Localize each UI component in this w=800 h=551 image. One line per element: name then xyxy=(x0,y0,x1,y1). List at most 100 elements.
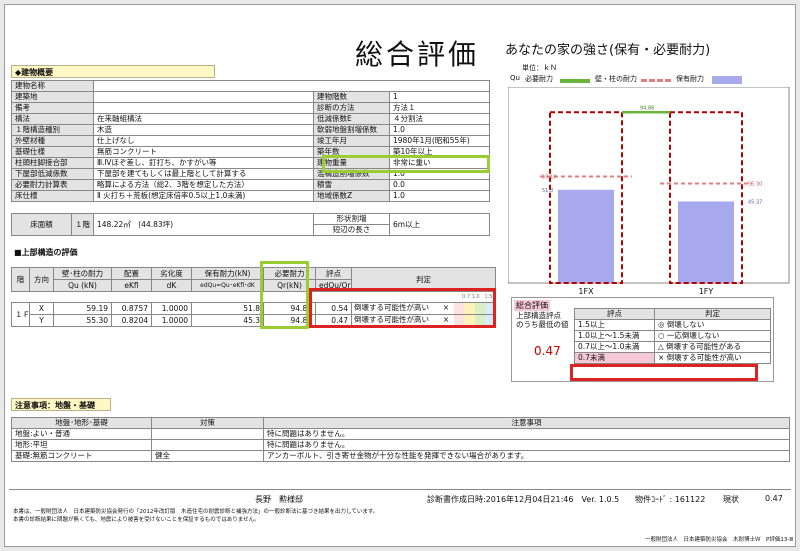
building-value: 1.0 xyxy=(388,190,491,202)
legend-wall-swatch xyxy=(641,79,671,82)
footer-divider xyxy=(9,489,791,490)
summary-score: 0.7未満 xyxy=(574,352,655,364)
summary-score: 0.7以上～1.0未満 xyxy=(574,341,655,353)
building-value xyxy=(93,91,314,103)
building-row: 構法 在来軸組構法 低減係数E ４分割法 xyxy=(11,113,491,125)
summary-score: 1.5以上 xyxy=(574,319,655,331)
summary-judge: ○ 一応倒壊しない xyxy=(654,330,771,342)
building-value: 1.0 xyxy=(388,124,491,136)
chart-category-label: 1FY xyxy=(699,287,714,296)
building-value: 下屋部を建てもしくは最上階として計算する xyxy=(93,168,314,180)
score-color-bar xyxy=(454,315,495,326)
notes-col-ground: 地盤･地形･基礎 xyxy=(11,417,152,429)
upper-score: 0.47 xyxy=(315,314,352,327)
summary-col-judge: 判定 xyxy=(654,308,771,320)
label-required-value: 94.86 xyxy=(640,105,654,111)
building-value xyxy=(92,80,491,92)
held-strength-bar xyxy=(678,201,734,283)
notes-caution: 特に問題はありません。 xyxy=(263,439,790,451)
upper-dk: 1.0000 xyxy=(151,314,192,327)
summary-judge: ◎ 倒壊しない xyxy=(654,319,771,331)
col-placement: 配置 xyxy=(111,267,152,280)
building-section-header: ◆建物概要 xyxy=(11,65,215,78)
building-label: 外壁材種 xyxy=(11,135,94,147)
upper-qu: 55.30 xyxy=(53,314,112,327)
building-label: 建物階数 xyxy=(313,91,390,103)
building-value: 1.0 xyxy=(388,168,491,180)
label-x-held: 51.8 xyxy=(542,188,553,194)
building-value: 非常に重い xyxy=(388,157,491,169)
building-value: 1980年1月(昭和55年) xyxy=(388,135,491,147)
building-label: 基礎仕様 xyxy=(11,146,94,158)
building-value: Ⅱ 火打ち＋荒板(想定床倍率0.5以上1.0未満) xyxy=(93,190,314,202)
summary-label-2: のうち最低の値 xyxy=(516,320,569,329)
upper-row: １Ｆ X 59.19 0.8757 1.0000 51.8 94.86 0.54 倒壊する可能性… xyxy=(11,302,496,327)
score-color-segment xyxy=(484,303,495,314)
summary-judge: △ 倒壊する可能性がある xyxy=(654,341,771,353)
chart-category-label: 1FX xyxy=(578,287,594,296)
upper-qr: 94.86 xyxy=(263,302,316,315)
col-score: 評点 xyxy=(315,267,352,280)
score-color-bar xyxy=(454,303,495,314)
building-label: 下屋部低減係数 xyxy=(11,168,94,180)
col-held-strength-formula: edQu=Qu･eKfl･dK xyxy=(191,279,264,292)
building-label: 必要耐力計算表 xyxy=(11,179,94,191)
upper-judge-text: 倒壊する可能性が高い xyxy=(354,315,429,325)
footer-current-value: 0.47 xyxy=(765,494,783,503)
footer-disclaimer-2: 本書の診断結果に問題が無くても、地震により被害を受けないことを保証するものではあ… xyxy=(13,517,260,523)
notes-row: 地形:平坦 特に問題はありません。 xyxy=(11,439,790,451)
upper-direction: Y xyxy=(29,314,54,327)
strength-chart: 94.86 59.19 51.8 55.30 45.37 1FX 1FY xyxy=(508,87,790,296)
col-judge: 判定 xyxy=(351,267,496,292)
building-label: 建物重量 xyxy=(313,157,390,169)
floor-area-value: 148.22㎡ (44.83坪) xyxy=(93,213,314,236)
building-row: 基礎仕様 無筋コンクリート 築年数 築10年以上 xyxy=(11,146,491,158)
legend-qu: Qu xyxy=(510,74,520,82)
building-label: 竣工年月 xyxy=(313,135,390,147)
building-value: 1 xyxy=(388,91,491,103)
building-value: 無筋コンクリート xyxy=(93,146,314,158)
notes-caution: アンカーボルト、引き寄せ金物が十分な性能を発揮できない場合があります。 xyxy=(263,450,790,462)
legend-held-swatch xyxy=(712,76,742,84)
building-value xyxy=(93,102,314,114)
score-color-segment xyxy=(474,303,485,314)
building-overview-table: 建物名称 建築地 建物階数 1 備考 診断の方法 方法１ 構法 在来軸組構法 低減係数E ４分割法 １… xyxy=(11,80,491,202)
summary-value: 0.47 xyxy=(534,344,561,358)
shape-label-2: 短辺の長さ xyxy=(313,224,390,236)
notes-table: 地盤･地形･基礎 対策 注意事項 地盤:よい・普通 特に問題はありません。 地形:平… xyxy=(11,417,790,462)
upper-judge: 倒壊する可能性が高い × xyxy=(351,314,496,327)
legend-required-swatch xyxy=(560,79,590,83)
footer-current-label: 現状 xyxy=(723,495,739,504)
page-title: 総合評価 xyxy=(355,38,480,71)
building-row: 床仕様 Ⅱ 火打ち＋荒板(想定床倍率0.5以上1.0未満) 地域係数Z 1.0 xyxy=(11,190,491,202)
col-wall-strength: 壁･柱の耐力 xyxy=(53,267,112,280)
upper-structure-header: ■上部構造の評価 xyxy=(11,246,99,259)
building-label: １階構造種別 xyxy=(11,124,94,136)
building-value: 仕上げなし xyxy=(93,135,314,147)
upper-qu: 59.19 xyxy=(53,302,112,315)
legend-wall-label: 壁・柱の耐力 xyxy=(595,75,637,83)
building-value: 在来軸組構法 xyxy=(93,113,314,125)
score-color-segment xyxy=(474,315,485,326)
building-value: ４分割法 xyxy=(388,113,491,125)
upper-floor-cell: １Ｆ xyxy=(11,302,30,327)
upper-judge-text: 倒壊する可能性が高い xyxy=(354,303,429,313)
notes-measure: 健全 xyxy=(151,450,264,462)
building-label: 構法 xyxy=(11,113,94,125)
upper-ekfl: 0.8757 xyxy=(111,302,152,315)
floor-area-label: 床面積 xyxy=(11,213,72,236)
shape-value: 6m以上 xyxy=(389,213,490,236)
upper-qr: 94.86 xyxy=(263,314,316,327)
building-row: 下屋部低減係数 下屋部を建てもしくは最上階として計算する 混構造割増係数 1.0 xyxy=(11,168,491,180)
summary-row: 0.7以上～1.0未満 △ 倒壊する可能性がある xyxy=(574,341,771,353)
score-color-segment xyxy=(454,303,465,314)
summary-row: 1.0以上～1.5未満 ○ 一応倒壊しない xyxy=(574,330,771,342)
summary-row: 1.5以上 ◎ 倒壊しない xyxy=(574,319,771,331)
score-color-segment xyxy=(484,315,495,326)
building-label: 積雪 xyxy=(313,179,390,191)
report-sheet: 総合評価 ◆建物概要 建物名称 建築地 建物階数 1 備考 診断の方法 方法１ 構法 在来軸組構… xyxy=(4,4,796,547)
col-required: 必要耐力 xyxy=(263,267,316,280)
summary-header: 総合評価 xyxy=(514,300,550,311)
chart-title: あなたの家の強さ(保有・必要耐力) xyxy=(505,43,711,58)
notes-col-measure: 対策 xyxy=(151,417,264,429)
